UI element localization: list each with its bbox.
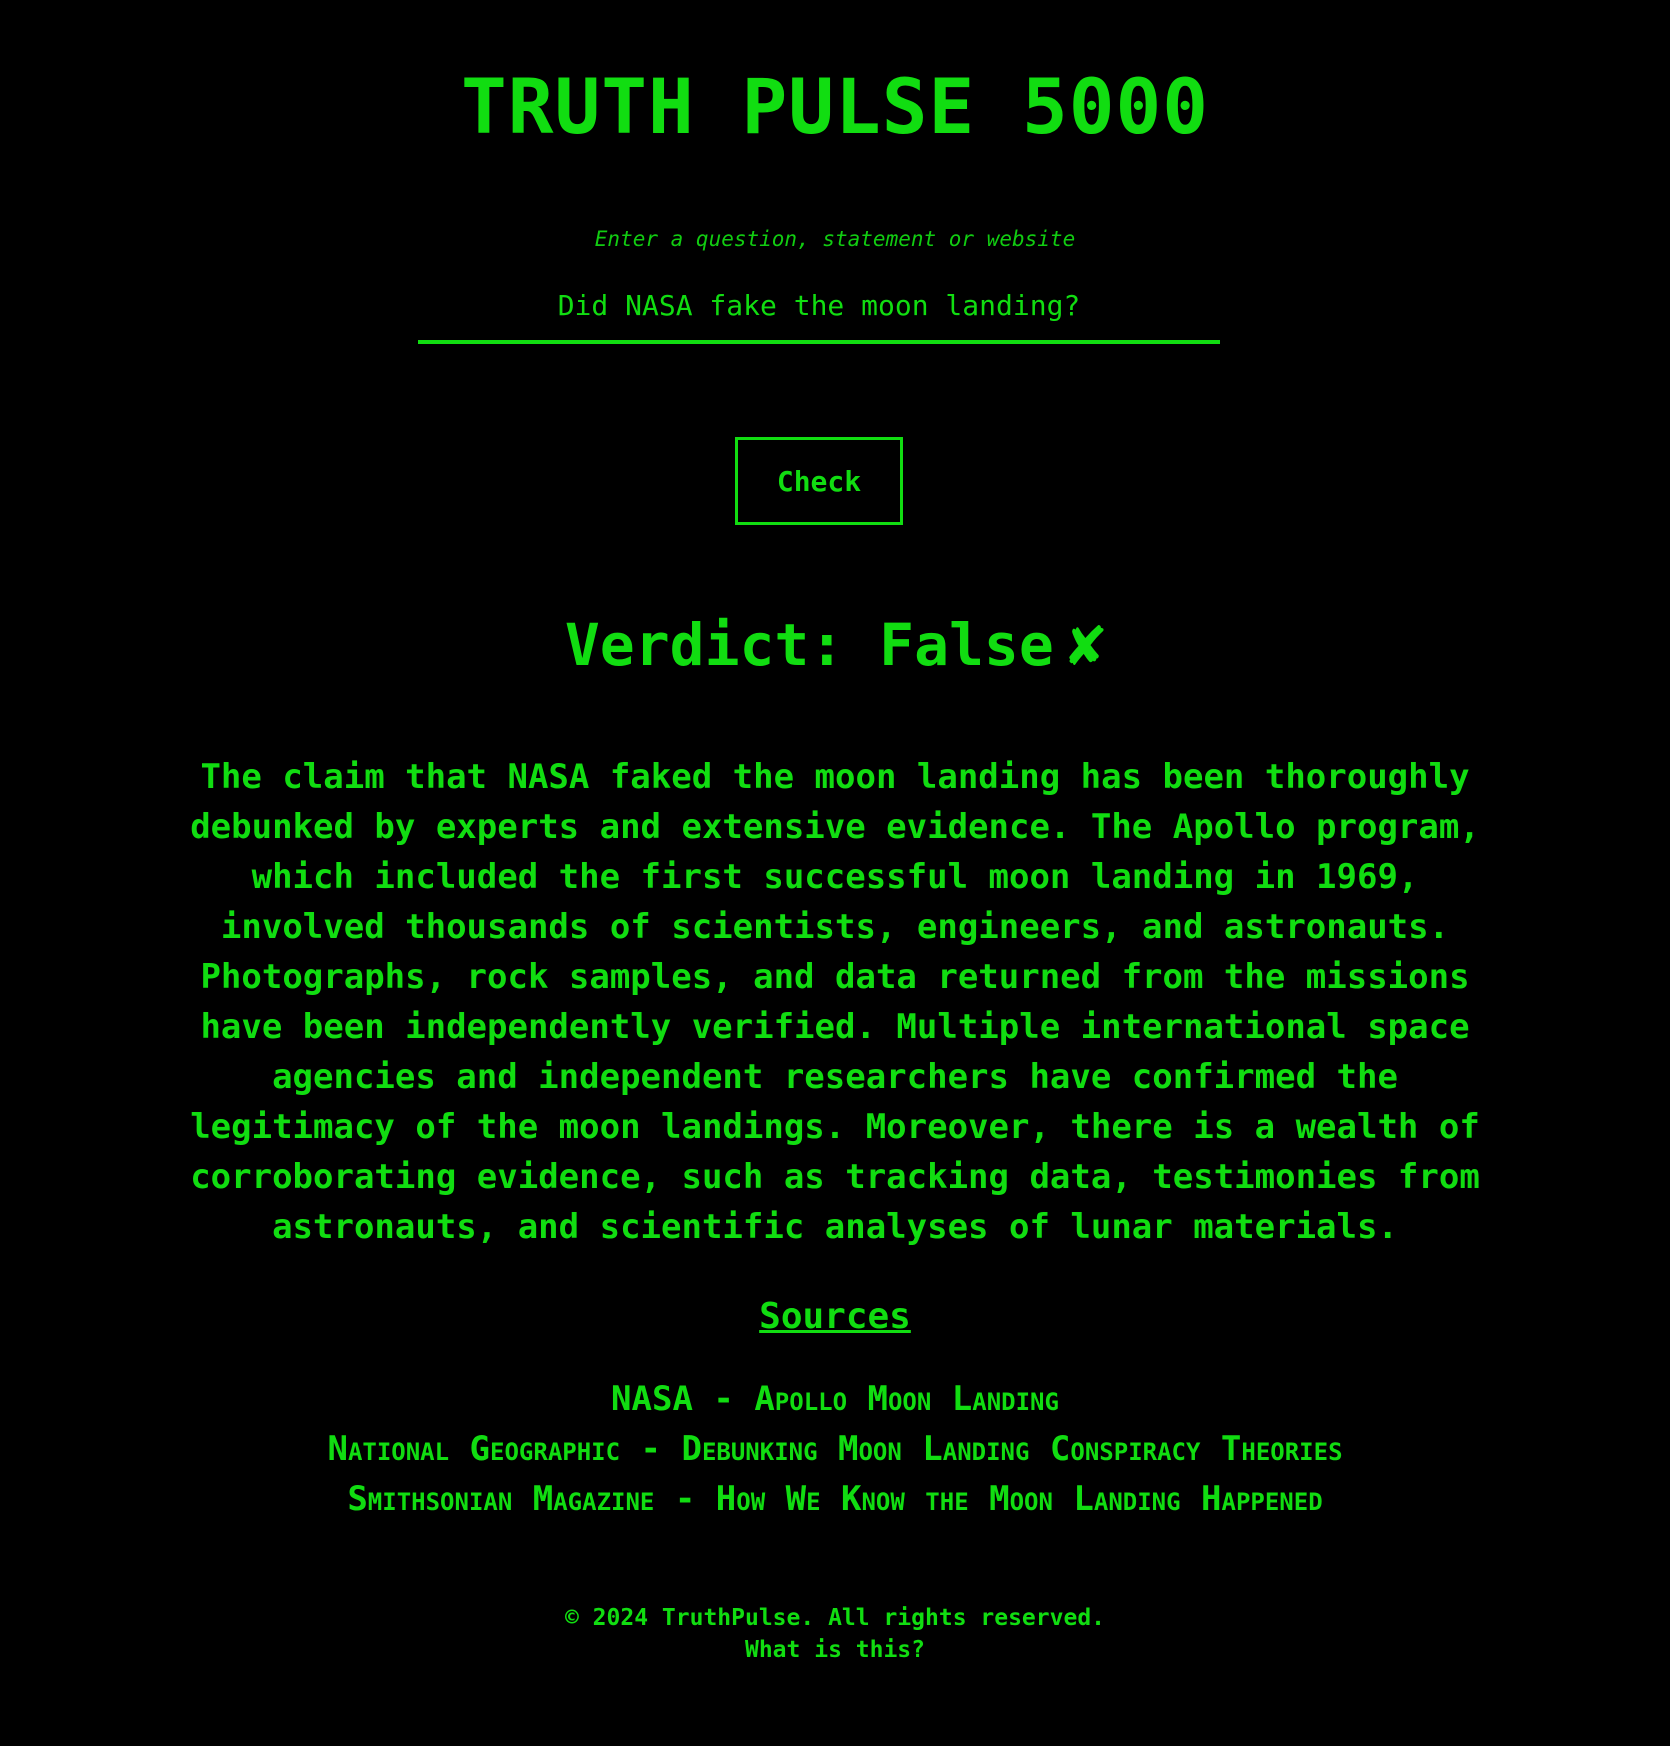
app-title: TRUTH PULSE 5000: [460, 62, 1210, 151]
footer: © 2024 TruthPulse. All rights reserved. …: [0, 1602, 1670, 1666]
verdict-explanation: The claim that NASA faked the moon landi…: [190, 757, 1480, 1247]
cross-mark-icon: ✘: [1067, 607, 1106, 680]
query-label: Enter a question, statement or website: [594, 227, 1076, 251]
source-item: National Geographic - Debunking Moon Lan…: [0, 1424, 1670, 1474]
page: TRUTH PULSE 5000 Enter a question, state…: [0, 0, 1670, 1746]
check-button[interactable]: Check: [735, 437, 903, 525]
source-link-nasa[interactable]: NASA - Apollo Moon Landing: [611, 1379, 1059, 1419]
sources-heading: Sources: [759, 1296, 911, 1337]
query-field-wrapper: [418, 282, 1220, 348]
copyright-text: © 2024 TruthPulse. All rights reserved.: [564, 1605, 1106, 1631]
verdict-text: Verdict: False: [564, 611, 1054, 679]
verdict-heading: Verdict: False ✘: [0, 604, 1670, 685]
source-item: NASA - Apollo Moon Landing: [0, 1374, 1670, 1424]
source-link-national-geographic[interactable]: National Geographic - Debunking Moon Lan…: [327, 1429, 1342, 1469]
sources-list: NASA - Apollo Moon Landing National Geog…: [0, 1374, 1670, 1524]
source-item: Smithsonian Magazine - How We Know the M…: [0, 1474, 1670, 1524]
source-link-smithsonian[interactable]: Smithsonian Magazine - How We Know the M…: [347, 1479, 1322, 1519]
about-link[interactable]: What is this?: [745, 1637, 925, 1663]
query-input[interactable]: [418, 282, 1220, 344]
